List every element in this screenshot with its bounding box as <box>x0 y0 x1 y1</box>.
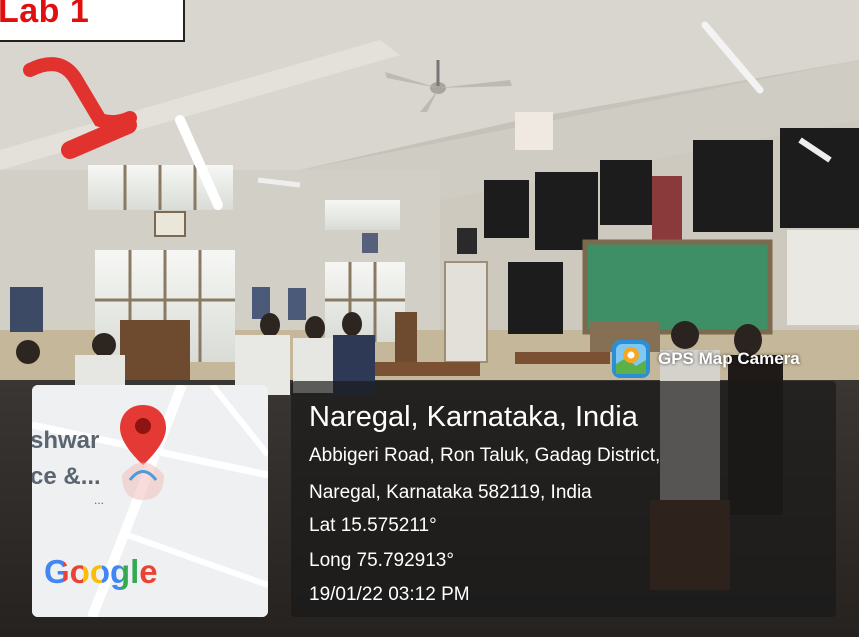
timestamp: 19/01/22 03:12 PM <box>309 584 470 605</box>
gps-map-camera-icon <box>612 340 650 378</box>
address-line-2: Naregal, Karnataka 582119, India <box>309 482 592 503</box>
lab-label-text: Lab 1 <box>0 0 90 30</box>
location-info-panel: Naregal, Karnataka, India Abbigeri Road,… <box>291 381 836 617</box>
map-place-label-2: ce &... <box>32 463 101 490</box>
map-ellipsis: ... <box>94 493 105 507</box>
latitude: Lat 15.575211° <box>309 515 437 536</box>
gps-map-camera-label: GPS Map Camera <box>658 349 800 368</box>
lab-label-box: Lab 1 <box>0 0 185 42</box>
address-line-1: Abbigeri Road, Ron Taluk, Gadag District… <box>309 445 661 466</box>
map-place-label-1: shwar <box>32 427 100 454</box>
location-title: Naregal, Karnataka, India <box>309 401 638 433</box>
google-logo: Google <box>44 553 158 591</box>
google-logo-text: Google <box>44 553 158 590</box>
lab-photo: Lab 1 GPS Map Camera shwar ce &... ... G… <box>0 0 859 637</box>
location-pin-icon <box>120 405 166 500</box>
longitude: Long 75.792913° <box>309 550 454 571</box>
map-thumbnail: shwar ce &... ... Google <box>32 385 268 617</box>
